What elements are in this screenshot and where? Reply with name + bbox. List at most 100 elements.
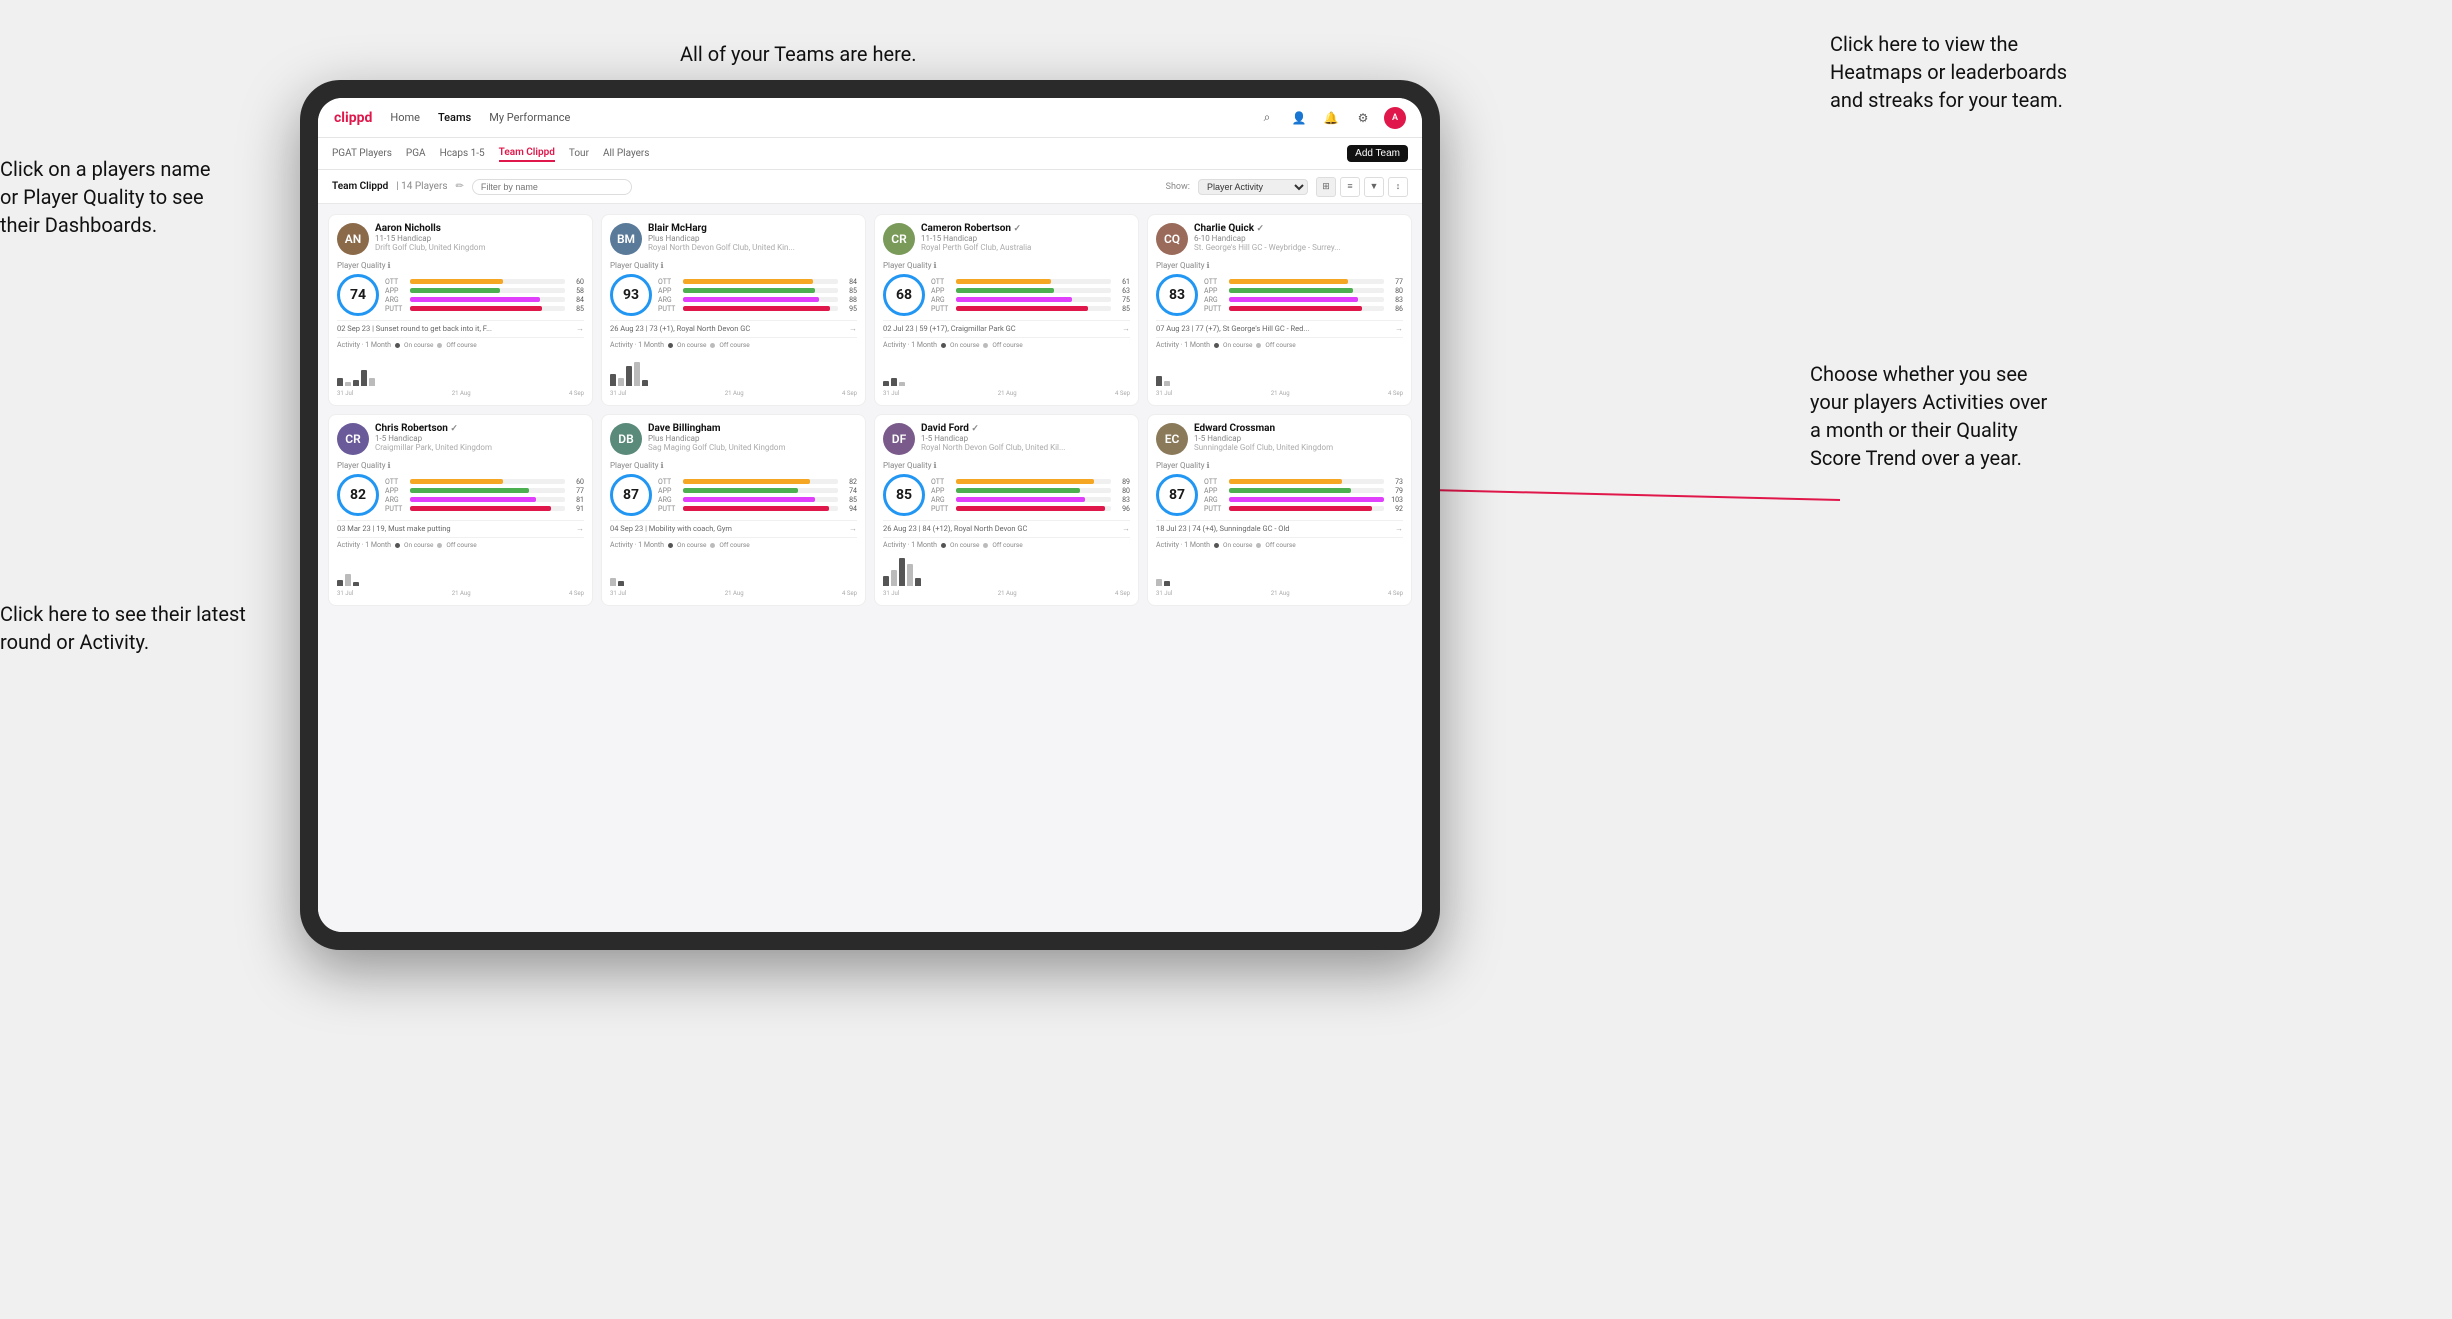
avatar-chris[interactable]: CR xyxy=(337,423,369,455)
subnav-pga[interactable]: PGA xyxy=(406,146,426,161)
chart-label-end: 4 Sep xyxy=(569,390,584,397)
filter-icon[interactable]: ▼ xyxy=(1364,177,1384,197)
quality-label-charlie: Player Quality ℹ xyxy=(1156,261,1403,270)
nav-link-performance[interactable]: My Performance xyxy=(487,111,572,124)
quality-circle-edward[interactable]: 87 xyxy=(1156,474,1198,516)
avatar-aaron[interactable]: AN xyxy=(337,223,369,255)
avatar-david[interactable]: DF xyxy=(883,423,915,455)
quality-circle-david[interactable]: 85 xyxy=(883,474,925,516)
activity-title: Activity · 1 Month xyxy=(337,341,391,349)
latest-round-edward[interactable]: 18 Jul 23 | 74 (+4), Sunningdale GC - Ol… xyxy=(1156,520,1403,533)
latest-round-blair[interactable]: 26 Aug 23 | 73 (+1), Royal North Devon G… xyxy=(610,320,857,333)
player-name-chris[interactable]: Chris Robertson ✓ xyxy=(375,423,584,434)
player-handicap-chris: 1-5 Handicap xyxy=(375,434,584,443)
profile-icon[interactable]: 👤 xyxy=(1288,107,1310,129)
avatar-edward[interactable]: EC xyxy=(1156,423,1188,455)
player-name-aaron[interactable]: Aaron Nicholls xyxy=(375,223,584,234)
player-info-aaron: Aaron Nicholls 11-15 Handicap Drift Golf… xyxy=(375,223,584,252)
heatmaps-callout: Click here to view theHeatmaps or leader… xyxy=(1830,30,2067,114)
chart-area-charlie xyxy=(1156,352,1403,388)
show-select[interactable]: Player Activity Quality Score Trend xyxy=(1198,179,1308,195)
grid-view-icon[interactable]: ⊞ xyxy=(1316,177,1336,197)
quality-section-blair: 93 OTT 84 APP 85 xyxy=(610,274,857,316)
sub-nav: PGAT Players PGA Hcaps 1-5 Team Clippd T… xyxy=(318,138,1422,170)
quality-circle-chris[interactable]: 82 xyxy=(337,474,379,516)
quality-circle-blair[interactable]: 93 xyxy=(610,274,652,316)
nav-logo: clippd xyxy=(334,110,372,126)
chart-area-chris xyxy=(337,552,584,588)
player-name-charlie[interactable]: Charlie Quick ✓ xyxy=(1194,223,1403,234)
avatar-blair[interactable]: BM xyxy=(610,223,642,255)
player-handicap-cameron: 11-15 Handicap xyxy=(921,234,1130,243)
quality-section-cameron: 68 OTT 61 APP 63 xyxy=(883,274,1130,316)
bell-icon[interactable]: 🔔 xyxy=(1320,107,1342,129)
activity-section-david: Activity · 1 Month On course Off course xyxy=(883,537,1130,597)
search-input[interactable] xyxy=(472,179,632,195)
player-name-dave[interactable]: Dave Billingham xyxy=(648,423,857,434)
round-callout: Click here to see their latestround or A… xyxy=(0,600,246,656)
quality-circle-aaron[interactable]: 74 xyxy=(337,274,379,316)
chart-area-blair xyxy=(610,352,857,388)
nav-link-home[interactable]: Home xyxy=(388,111,422,124)
avatar-charlie[interactable]: CQ xyxy=(1156,223,1188,255)
bar xyxy=(369,378,375,386)
player-name-blair[interactable]: Blair McHarg xyxy=(648,223,857,234)
quality-label-dave: Player Quality ℹ xyxy=(610,461,857,470)
stat-bar-putt xyxy=(410,306,565,311)
quality-label-cameron: Player Quality ℹ xyxy=(883,261,1130,270)
player-handicap-edward: 1-5 Handicap xyxy=(1194,434,1403,443)
player-info-edward: Edward Crossman 1-5 Handicap Sunningdale… xyxy=(1194,423,1403,452)
player-handicap-blair: Plus Handicap xyxy=(648,234,857,243)
settings-icon[interactable]: ⚙ xyxy=(1352,107,1374,129)
player-club-aaron: Drift Golf Club, United Kingdom xyxy=(375,243,584,252)
quality-label-edward: Player Quality ℹ xyxy=(1156,461,1403,470)
bar xyxy=(361,370,367,386)
quality-circle-charlie[interactable]: 83 xyxy=(1156,274,1198,316)
bar xyxy=(353,380,359,386)
edit-icon[interactable]: ✏ xyxy=(456,181,464,192)
chart-label-start: 31 Jul xyxy=(337,390,353,397)
avatar-dave[interactable]: DB xyxy=(610,423,642,455)
stat-row-ott: OTT 84 xyxy=(658,278,857,286)
user-avatar[interactable]: A xyxy=(1384,107,1406,129)
latest-round-dave[interactable]: 04 Sep 23 | Mobility with coach, Gym → xyxy=(610,520,857,533)
player-card-charlie: CQ Charlie Quick ✓ 6-10 Handicap St. Geo… xyxy=(1147,214,1412,406)
subnav-tour[interactable]: Tour xyxy=(569,146,589,161)
latest-round-aaron[interactable]: 02 Sep 23 | Sunset round to get back int… xyxy=(337,320,584,333)
stat-row-arg: ARG 88 xyxy=(658,296,857,304)
stat-value-app: 58 xyxy=(568,287,584,295)
chart-area-dave xyxy=(610,552,857,588)
stats-grid-charlie: OTT 77 APP 80 ARG xyxy=(1204,278,1403,313)
latest-round-charlie[interactable]: 07 Aug 23 | 77 (+7), St George's Hill GC… xyxy=(1156,320,1403,333)
player-info-chris: Chris Robertson ✓ 1-5 Handicap Craigmill… xyxy=(375,423,584,452)
card-header-edward: EC Edward Crossman 1-5 Handicap Sunningd… xyxy=(1156,423,1403,455)
player-name-edward[interactable]: Edward Crossman xyxy=(1194,423,1403,434)
player-name-cameron[interactable]: Cameron Robertson ✓ xyxy=(921,223,1130,234)
quality-circle-cameron[interactable]: 68 xyxy=(883,274,925,316)
quality-section-aaron: 74 OTT 60 APP 58 xyxy=(337,274,584,316)
stat-label-ott: OTT xyxy=(385,278,407,286)
subnav-all-players[interactable]: All Players xyxy=(603,146,650,161)
player-card-blair: BM Blair McHarg Plus Handicap Royal Nort… xyxy=(601,214,866,406)
card-header-david: DF David Ford ✓ 1-5 Handicap Royal North… xyxy=(883,423,1130,455)
quality-circle-dave[interactable]: 87 xyxy=(610,474,652,516)
quality-label: Player Quality ℹ xyxy=(337,261,584,270)
add-team-button[interactable]: Add Team xyxy=(1347,145,1408,162)
subnav-hcaps[interactable]: Hcaps 1-5 xyxy=(440,146,485,161)
search-icon[interactable]: ⌕ xyxy=(1256,107,1278,129)
stats-grid-dave: OTT 82 APP 74 ARG xyxy=(658,478,857,513)
subnav-pgat[interactable]: PGAT Players xyxy=(332,146,392,161)
player-name-david[interactable]: David Ford ✓ xyxy=(921,423,1130,434)
latest-round-chris[interactable]: 03 Mar 23 | 19, Must make putting → xyxy=(337,520,584,533)
stat-row-ott: OTT 60 xyxy=(385,278,584,286)
activity-section-cameron: Activity · 1 Month On course Off course xyxy=(883,337,1130,397)
offcourse-dot xyxy=(437,343,442,348)
latest-round-cameron[interactable]: 02 Jul 23 | 59 (+17), Craigmillar Park G… xyxy=(883,320,1130,333)
avatar-cameron[interactable]: CR xyxy=(883,223,915,255)
latest-round-david[interactable]: 26 Aug 23 | 84 (+12), Royal North Devon … xyxy=(883,520,1130,533)
subnav-team-clippd[interactable]: Team Clippd xyxy=(499,145,555,162)
activity-callout: Choose whether you seeyour players Activ… xyxy=(1810,360,2047,472)
sort-icon[interactable]: ↕ xyxy=(1388,177,1408,197)
nav-link-teams[interactable]: Teams xyxy=(436,111,473,124)
list-view-icon[interactable]: ≡ xyxy=(1340,177,1360,197)
